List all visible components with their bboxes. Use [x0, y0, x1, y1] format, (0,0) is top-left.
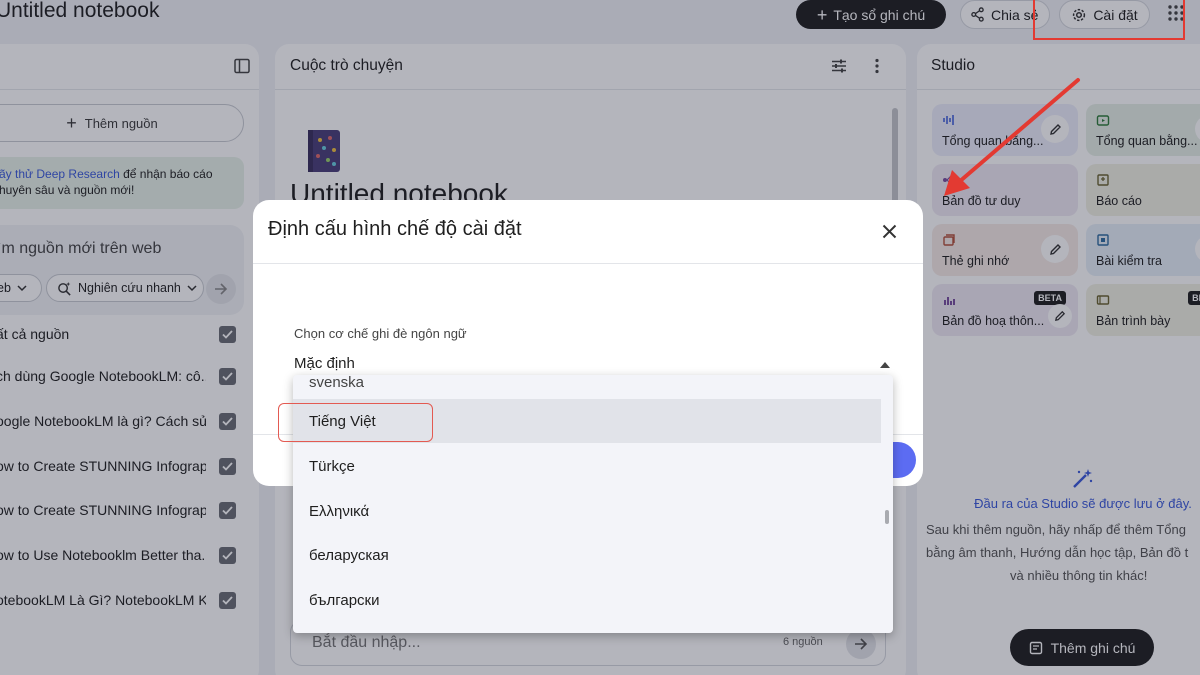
dialog-divider — [253, 263, 923, 264]
language-select[interactable]: Mặc định — [294, 355, 355, 372]
settings-highlight-annotation — [1033, 0, 1185, 40]
language-option[interactable]: български — [293, 578, 881, 622]
language-option[interactable]: Ελληνικά — [293, 489, 881, 533]
selection-highlight-annotation — [278, 403, 433, 442]
caret-up-icon[interactable] — [880, 362, 890, 368]
language-option[interactable]: Türkçe — [293, 444, 881, 488]
close-icon[interactable] — [878, 220, 900, 242]
language-field-label: Chọn cơ chế ghi đè ngôn ngữ — [294, 326, 467, 341]
dropdown-scrollbar[interactable] — [885, 510, 889, 524]
language-option[interactable]: беларуская — [293, 533, 881, 577]
dialog-title: Định cấu hình chế độ cài đặt — [268, 218, 522, 240]
red-arrow-annotation — [930, 70, 1090, 210]
